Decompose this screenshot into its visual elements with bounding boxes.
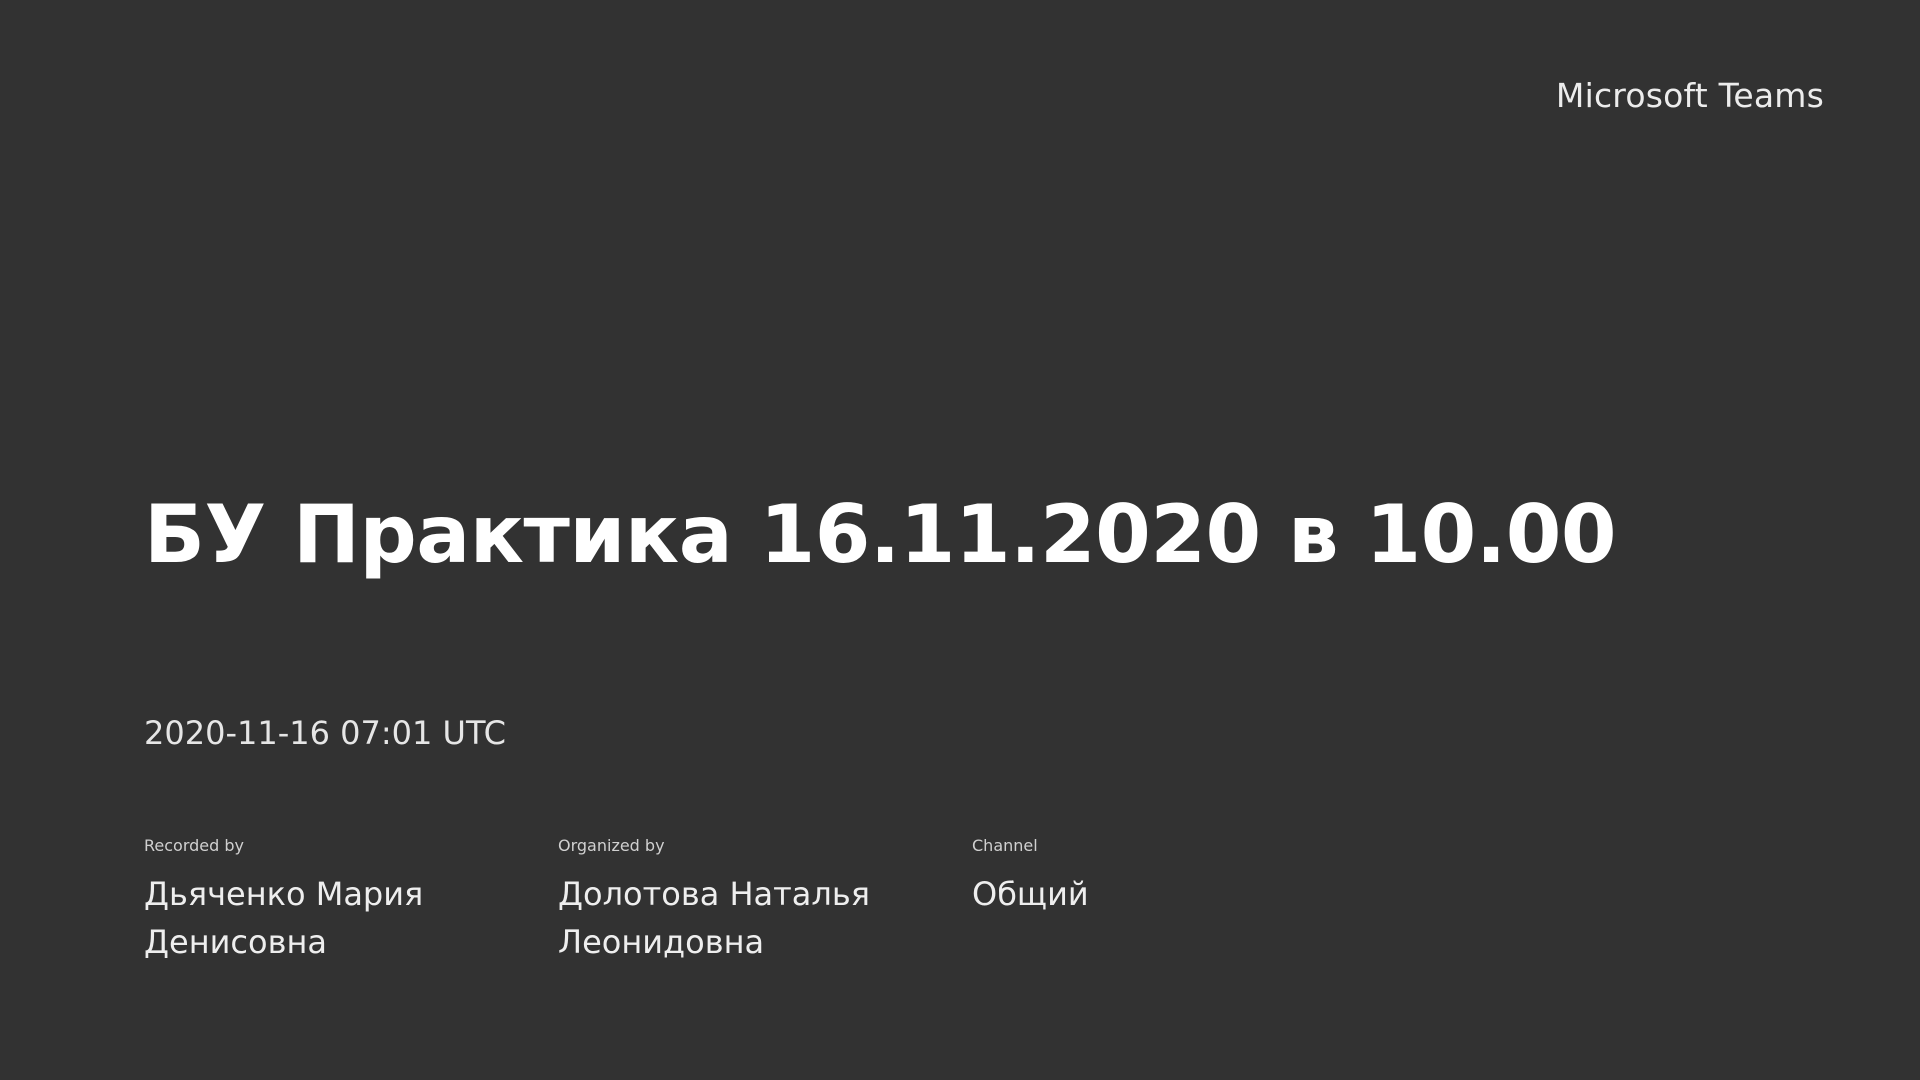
brand-name: Microsoft Teams — [1555, 76, 1824, 115]
organized-by-label: Organized by — [558, 836, 665, 855]
organized-by: Organized by Долотова Наталья Леонидовна — [558, 836, 938, 966]
meeting-details: Recorded by Дьяченко Мария Денисовна Org… — [144, 836, 1344, 966]
channel-value: Общий — [972, 875, 1089, 913]
channel: Channel Общий — [972, 836, 1352, 918]
recorded-by-value: Дьяченко Мария Денисовна — [144, 875, 424, 961]
recording-title-card: Microsoft Teams БУ Практика 16.11.2020 в… — [0, 0, 1920, 1080]
channel-label: Channel — [972, 836, 1038, 855]
recorded-by-label: Recorded by — [144, 836, 244, 855]
meeting-datetime: 2020-11-16 07:01 UTC — [144, 714, 506, 752]
recorded-by: Recorded by Дьяченко Мария Денисовна — [144, 836, 524, 966]
meeting-title: БУ Практика 16.11.2020 в 10.00 — [144, 488, 1617, 581]
organized-by-value: Долотова Наталья Леонидовна — [558, 875, 870, 961]
